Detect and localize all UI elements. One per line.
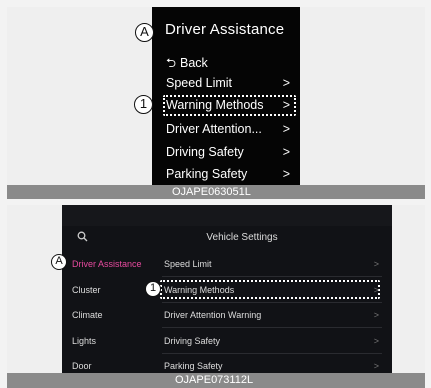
menu-item-warning-methods[interactable]: Warning Methods > bbox=[164, 285, 379, 295]
callout-a-label: A bbox=[55, 255, 63, 267]
figure-caption-text: OJAPE063051L bbox=[172, 186, 251, 198]
menu-item-label: Driver Attention Warning bbox=[164, 310, 262, 320]
menu-item-parking-safety[interactable]: Parking Safety > bbox=[164, 361, 379, 371]
sidebar-item-label: Door bbox=[72, 361, 92, 371]
chevron-right-icon: > bbox=[282, 76, 290, 90]
page-title-text: Driver Assistance bbox=[165, 21, 285, 38]
menu-item-label: Warning Methods bbox=[164, 285, 235, 295]
chevron-right-icon: > bbox=[373, 285, 379, 295]
menu-item-warning-methods[interactable]: Warning Methods > bbox=[166, 98, 296, 112]
menu-item-label: Warning Methods bbox=[166, 98, 264, 112]
menu-item-speed-limit[interactable]: Speed Limit > bbox=[166, 76, 296, 90]
figure-caption: OJAPE063051L bbox=[172, 186, 251, 198]
figure-caption: OJAPE073112L bbox=[175, 374, 253, 386]
callout-a: A bbox=[135, 23, 154, 42]
callout-1-label: 1 bbox=[139, 96, 148, 111]
sidebar-item-label: Cluster bbox=[72, 285, 101, 295]
chevron-right-icon: > bbox=[282, 145, 290, 159]
menu-item-label: Driver Attention... bbox=[166, 122, 262, 136]
driver-assistance-screen: Driver Assistance ⮌ Back Speed Limit > Wa… bbox=[152, 7, 300, 185]
chevron-right-icon: > bbox=[373, 361, 379, 371]
chevron-right-icon: > bbox=[282, 122, 290, 136]
callout-1: 1 bbox=[145, 281, 161, 297]
sidebar-item-lights[interactable]: Lights bbox=[72, 336, 96, 346]
menu-item-driving-safety[interactable]: Driving Safety > bbox=[166, 145, 296, 159]
sidebar-item-door[interactable]: Door bbox=[72, 361, 92, 371]
vehicle-settings-screen: Vehicle Settings Driver Assistance Clust… bbox=[62, 205, 392, 373]
menu-item-driver-attention-warning[interactable]: Driver Attention Warning > bbox=[164, 310, 379, 320]
divider bbox=[162, 276, 382, 277]
callout-1-label: 1 bbox=[149, 282, 157, 294]
figure-caption-text: OJAPE073112L bbox=[175, 374, 254, 386]
sidebar-item-driver-assistance[interactable]: Driver Assistance bbox=[72, 259, 142, 269]
page-title-text: Vehicle Settings bbox=[206, 232, 278, 243]
bottom-illustration: Vehicle Settings Driver Assistance Clust… bbox=[7, 205, 425, 388]
menu-item-driver-attention[interactable]: Driver Attention... > bbox=[166, 122, 296, 136]
divider bbox=[162, 302, 382, 303]
back-label: Back bbox=[180, 56, 208, 70]
chevron-right-icon: > bbox=[373, 259, 379, 269]
callout-1: 1 bbox=[134, 95, 153, 114]
menu-item-label: Speed Limit bbox=[166, 76, 233, 90]
chevron-right-icon: > bbox=[282, 98, 290, 112]
callout-a: A bbox=[51, 254, 67, 270]
back-button[interactable]: ⮌ Back bbox=[166, 54, 296, 75]
menu-item-label: Speed Limit bbox=[164, 259, 212, 269]
sidebar-item-label: Lights bbox=[72, 336, 97, 346]
menu-item-label: Driving Safety bbox=[164, 336, 221, 346]
chevron-right-icon: > bbox=[373, 310, 379, 320]
menu-item-speed-limit[interactable]: Speed Limit > bbox=[164, 259, 379, 269]
status-bar bbox=[62, 205, 392, 226]
sidebar-item-label: Driver Assistance bbox=[72, 259, 142, 269]
chevron-right-icon: > bbox=[373, 336, 379, 346]
menu-item-parking-safety[interactable]: Parking Safety > bbox=[166, 167, 296, 181]
menu-item-label: Parking Safety bbox=[164, 361, 223, 371]
page-title: Vehicle Settings bbox=[62, 232, 392, 243]
menu-item-driving-safety[interactable]: Driving Safety > bbox=[164, 336, 379, 346]
chevron-right-icon: > bbox=[282, 167, 290, 181]
back-arrow-icon: ⮌ bbox=[166, 56, 177, 70]
sidebar-item-climate[interactable]: Climate bbox=[72, 310, 103, 320]
menu-item-label: Driving Safety bbox=[166, 145, 244, 159]
divider bbox=[162, 353, 382, 354]
divider bbox=[162, 327, 382, 328]
top-illustration: Driver Assistance ⮌ Back Speed Limit > Wa… bbox=[7, 7, 425, 199]
page-title: Driver Assistance bbox=[165, 21, 284, 38]
callout-a-label: A bbox=[140, 24, 149, 39]
sidebar-item-cluster[interactable]: Cluster bbox=[72, 285, 101, 295]
sidebar-item-label: Climate bbox=[72, 310, 103, 320]
menu-item-label: Parking Safety bbox=[166, 167, 248, 181]
